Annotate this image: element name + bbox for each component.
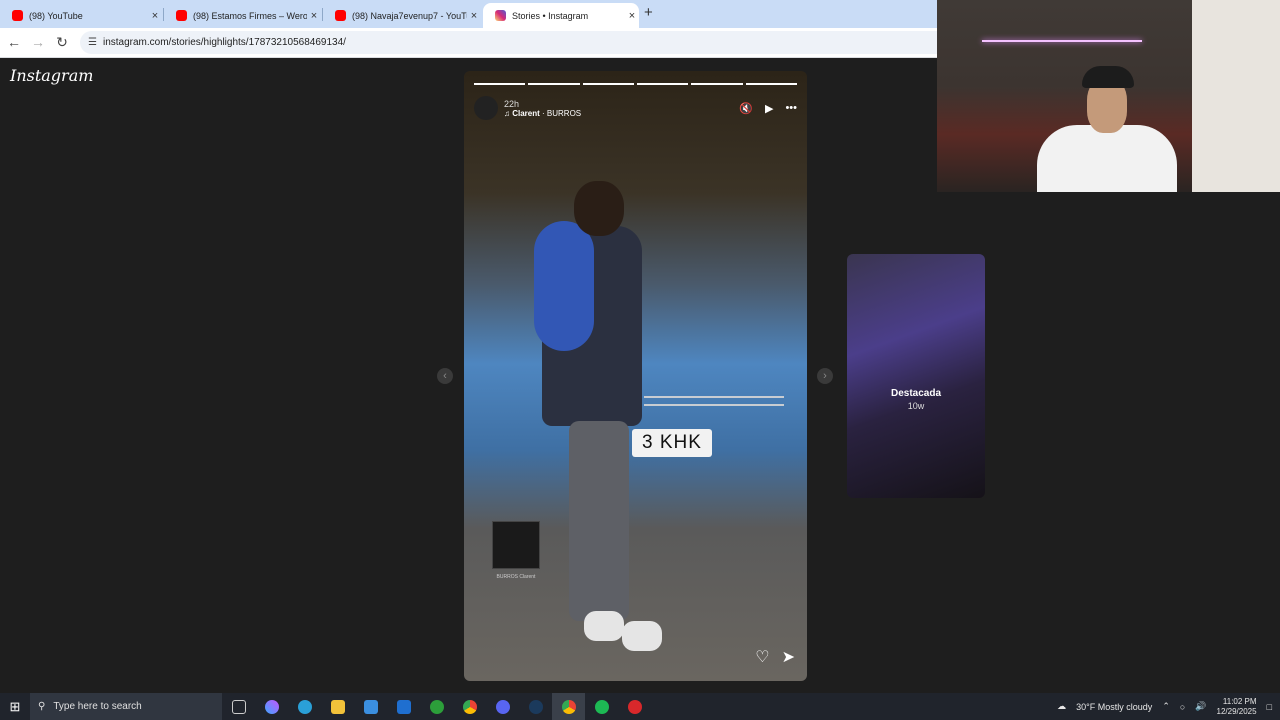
neon-sign <box>982 40 1142 42</box>
close-tab-icon[interactable]: × <box>467 10 481 22</box>
weather-text[interactable]: 30°F Mostly cloudy <box>1076 702 1152 712</box>
tab-title: Stories • Instagram <box>512 10 589 21</box>
avatar[interactable] <box>474 96 498 120</box>
tab-youtube[interactable]: (98) YouTube × <box>0 3 162 28</box>
taskbar-search[interactable]: ⚲ Type here to search <box>30 693 222 720</box>
site-info-icon[interactable]: ☰ <box>88 37 97 48</box>
music-note-icon: ♫ <box>504 108 513 118</box>
tab-title: (98) Navaja7evenup7 - YouTub <box>352 10 467 21</box>
new-tab-button[interactable]: + <box>644 4 653 21</box>
music-artist: Clarent <box>512 108 540 118</box>
system-tray: ☁ 30°F Mostly cloudy ⌃ ○ 🔊 11:02 PM 12/2… <box>1057 697 1280 717</box>
discord-icon[interactable] <box>486 693 519 720</box>
chrome-icon[interactable] <box>453 693 486 720</box>
notifications-icon[interactable]: □ <box>1267 702 1272 712</box>
back-icon[interactable]: ← <box>5 34 23 50</box>
background-door <box>1192 0 1280 192</box>
music-title: BURROS <box>546 108 582 118</box>
edge-icon[interactable] <box>288 693 321 720</box>
url-text: instagram.com/stories/highlights/1787321… <box>102 37 346 48</box>
send-icon[interactable]: ➤ <box>782 647 795 667</box>
license-plate: 3 KHK <box>632 429 712 457</box>
weather-icon: ☁ <box>1057 701 1067 711</box>
youtube-icon <box>12 10 23 21</box>
clock[interactable]: 11:02 PM 12/29/2025 <box>1217 697 1257 717</box>
streamer-shirt <box>1037 125 1177 192</box>
youtube-icon <box>335 10 346 21</box>
story-photo-person <box>534 181 662 651</box>
story-progress-bar <box>474 83 797 85</box>
windows-taskbar: ⊞ ⚲ Type here to search ☁ 30°F Mostly cl… <box>0 693 1280 720</box>
close-tab-icon[interactable]: × <box>307 10 321 22</box>
outlook-icon[interactable] <box>387 693 420 720</box>
streamer-cap <box>1082 66 1134 88</box>
story-progress-segment <box>474 83 526 85</box>
play-icon[interactable]: ▶ <box>765 102 773 115</box>
highlight-title: Destacada <box>890 388 942 399</box>
store-icon[interactable] <box>354 693 387 720</box>
story-music-label[interactable]: ♫ Clarent · BURROS <box>504 109 581 118</box>
mute-icon[interactable]: 🔇 <box>739 102 753 115</box>
close-tab-icon[interactable]: × <box>625 10 639 22</box>
story-progress-segment <box>528 83 580 85</box>
windows-start-icon[interactable]: ⊞ <box>0 699 30 715</box>
instagram-logo[interactable]: Instagram <box>10 66 93 85</box>
highlight-age: 10w <box>907 401 925 411</box>
instagram-icon <box>495 10 506 21</box>
next-story-icon[interactable]: › <box>817 368 833 384</box>
story-header: 22h ♫ Clarent · BURROS 🔇 ▶ ••• <box>474 93 797 123</box>
url-field[interactable]: ☰ instagram.com/stories/highlights/17873… <box>80 31 937 54</box>
volume-icon[interactable]: 🔊 <box>1195 701 1206 712</box>
reload-icon[interactable]: ↻ <box>53 34 71 51</box>
next-highlight-preview[interactable]: Destacada 10w <box>847 254 985 498</box>
clock-date: 12/29/2025 <box>1216 706 1257 716</box>
search-placeholder: Type here to search <box>53 701 142 712</box>
tab-navaja[interactable]: (98) Navaja7evenup7 - YouTub × <box>323 3 481 28</box>
previous-story-icon[interactable]: ‹ <box>437 368 453 384</box>
forward-icon[interactable]: → <box>29 34 47 50</box>
sticker-caption: BURROS Clarent <box>496 574 536 580</box>
task-view-icon[interactable] <box>222 693 255 720</box>
tab-title: (98) YouTube <box>29 10 83 21</box>
story-progress-segment <box>745 83 797 85</box>
tab-instagram-stories[interactable]: Stories • Instagram × <box>483 3 639 28</box>
chevron-up-icon[interactable]: ⌃ <box>1162 701 1170 712</box>
clock-time: 11:02 PM <box>1222 696 1257 706</box>
music-sticker[interactable]: BURROS Clarent <box>492 521 540 580</box>
youtube-icon <box>176 10 187 21</box>
close-tab-icon[interactable]: × <box>148 10 162 22</box>
spotify-icon[interactable] <box>585 693 618 720</box>
tab-title: (98) Estamos Firmes – Wero Go <box>193 10 307 21</box>
story-timestamp: 22h <box>504 98 520 109</box>
search-icon: ⚲ <box>38 701 46 712</box>
xbox-icon[interactable] <box>420 693 453 720</box>
record-app-icon[interactable] <box>618 693 651 720</box>
story-frame[interactable]: 22h ♫ Clarent · BURROS 🔇 ▶ ••• 3 KHK BUR… <box>464 71 807 681</box>
heart-icon[interactable]: ♡ <box>755 647 769 667</box>
browser-tab-strip: (98) YouTube × (98) Estamos Firmes – Wer… <box>0 0 937 28</box>
story-progress-segment <box>582 83 634 85</box>
copilot-icon[interactable] <box>255 693 288 720</box>
story-progress-segment <box>691 83 743 85</box>
webcam-overlay <box>937 0 1280 192</box>
story-progress-segment <box>636 83 689 85</box>
wifi-icon[interactable]: ○ <box>1180 702 1185 712</box>
car-grille <box>644 396 784 406</box>
file-explorer-icon[interactable] <box>321 693 354 720</box>
address-bar-row: ← → ↻ ☰ instagram.com/stories/highlights… <box>0 28 937 58</box>
chrome-active-icon[interactable] <box>552 693 585 720</box>
steam-icon[interactable] <box>519 693 552 720</box>
music-separator: · <box>539 108 547 118</box>
tab-estamos-firmes[interactable]: (98) Estamos Firmes – Wero Go × <box>164 3 321 28</box>
more-options-icon[interactable]: ••• <box>785 102 797 114</box>
